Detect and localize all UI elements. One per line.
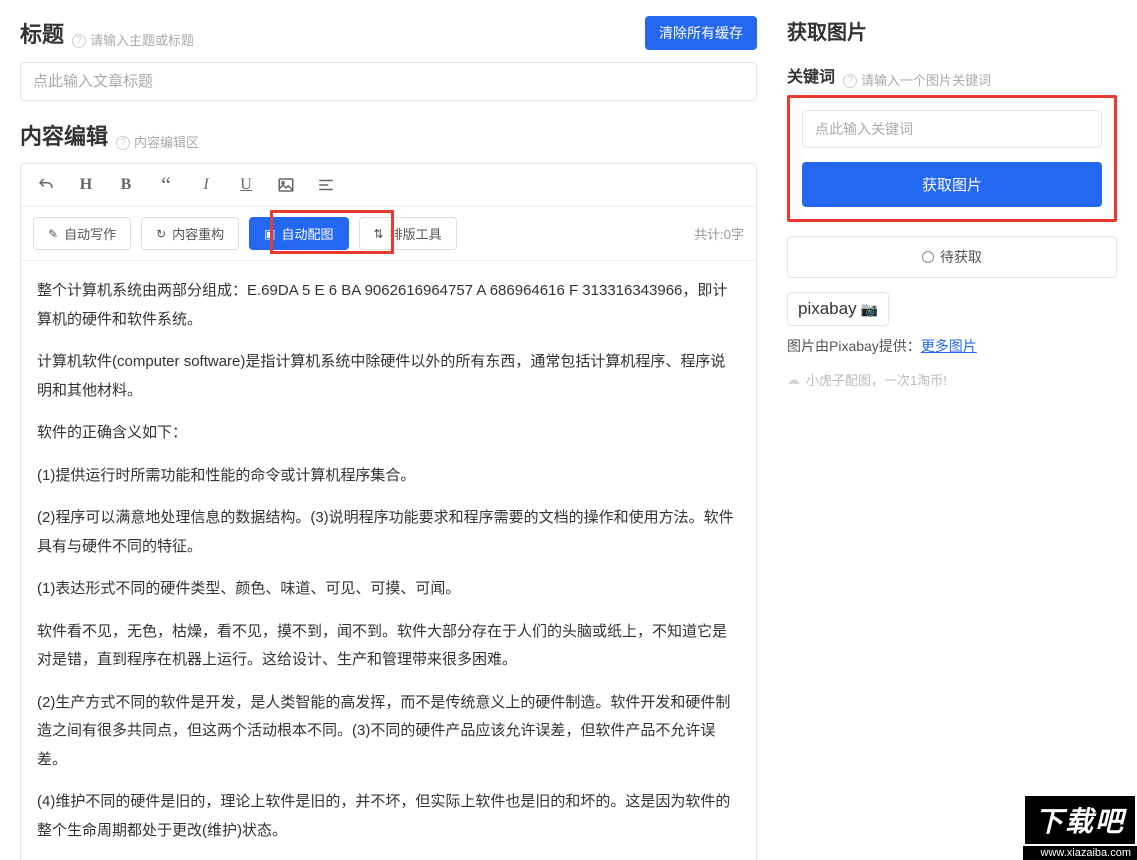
site-watermark: 下载吧 www.xiazaiba.com <box>1023 794 1137 860</box>
content-paragraph: 软件的正确含义如下： <box>37 419 740 448</box>
keyword-label: 关键词 <box>787 63 835 87</box>
main-column: 标题 ? 请输入主题或标题 清除所有缓存 内容编辑 ? 内容编辑区 H <box>20 16 757 860</box>
pencil-icon: ✎ <box>48 227 58 241</box>
content-edit-hint: ? 内容编辑区 <box>116 132 199 151</box>
heading-icon[interactable]: H <box>73 172 99 198</box>
content-paragraph: (4)维护不同的硬件是旧的，理论上软件是旧的，并不坏，但实际上软件也是旧的和坏的… <box>37 788 740 845</box>
content-edit-label: 内容编辑 <box>20 119 108 151</box>
title-section-header: 标题 ? 请输入主题或标题 清除所有缓存 <box>20 16 757 50</box>
content-editor[interactable]: 整个计算机系统由两部分组成：E.69DA 5 E 6 BA 9062616964… <box>21 261 756 860</box>
content-paragraph: (2)程序可以满意地处理信息的数据结构。(3)说明程序功能要求和程序需要的文档的… <box>37 504 740 561</box>
info-icon: ? <box>843 74 857 88</box>
restructure-button[interactable]: ↻内容重构 <box>141 217 239 250</box>
layout-icon: ⇅ <box>374 227 384 241</box>
pending-status: 待获取 <box>787 236 1117 278</box>
pixabay-badge: pixabay📷 <box>787 292 889 326</box>
action-toolbar: ✎自动写作 ↻内容重构 ▣自动配图 ⇅排版工具 共计:0字 <box>21 207 756 261</box>
content-paragraph: (1)表达形式不同的硬件类型、颜色、味道、可见、可摸、可闻。 <box>37 575 740 604</box>
camera-icon: 📷 <box>861 301 878 318</box>
info-icon: ? <box>116 136 130 150</box>
keyword-input[interactable] <box>802 110 1102 148</box>
auto-image-button[interactable]: ▣自动配图 <box>249 217 348 250</box>
bold-icon[interactable]: B <box>113 172 139 198</box>
quote-icon[interactable]: “ <box>153 172 179 198</box>
fetch-image-title: 获取图片 <box>787 22 867 44</box>
auto-write-button[interactable]: ✎自动写作 <box>33 217 131 250</box>
content-paragraph: (2)生产方式不同的软件是开发，是人类智能的高发挥，而不是传统意义上的硬件制造。… <box>37 689 740 775</box>
article-title-input[interactable] <box>20 62 757 101</box>
format-toolbar: H B “ I U <box>21 164 756 207</box>
more-images-link[interactable]: 更多图片 <box>921 338 977 354</box>
italic-icon[interactable]: I <box>193 172 219 198</box>
editor-container: H B “ I U ✎自动写作 ↻内容重构 ▣自动配图 ⇅排版工具 共计:0字 … <box>20 163 757 860</box>
clear-cache-button[interactable]: 清除所有缓存 <box>645 16 757 50</box>
keyword-highlight-box: 获取图片 <box>787 95 1117 222</box>
word-count: 共计:0字 <box>694 224 744 243</box>
image-match-icon: ▣ <box>264 227 275 241</box>
side-column: 获取图片 关键词 ? 请输入一个图片关键词 获取图片 待获取 pixabay📷 … <box>787 16 1117 860</box>
refresh-icon: ↻ <box>156 227 166 241</box>
align-icon[interactable] <box>313 172 339 198</box>
image-icon[interactable] <box>273 172 299 198</box>
content-paragraph: 整个计算机系统由两部分组成：E.69DA 5 E 6 BA 9062616964… <box>37 277 740 334</box>
info-icon: ? <box>72 34 86 48</box>
content-paragraph: 软件看不见，无色，枯燥，看不见，摸不到，闻不到。软件大部分存在于人们的头脑或纸上… <box>37 618 740 675</box>
keyword-hint: ? 请输入一个图片关键词 <box>843 70 991 89</box>
title-hint: ? 请输入主题或标题 <box>72 30 194 49</box>
content-paragraph: 计算机软件(computer software)是指计算机系统中除硬件以外的所有… <box>37 348 740 405</box>
footer-hint: ☁ 小虎子配图，一次1淘币! <box>787 370 1117 389</box>
circle-icon <box>922 251 934 263</box>
cloud-icon: ☁ <box>787 372 800 388</box>
image-credit: 图片由Pixabay提供：更多图片 <box>787 336 1117 356</box>
content-paragraph: (1)提供运行时所需功能和性能的命令或计算机程序集合。 <box>37 462 740 491</box>
underline-icon[interactable]: U <box>233 172 259 198</box>
fetch-image-button[interactable]: 获取图片 <box>802 162 1102 207</box>
title-label: 标题 <box>20 17 64 49</box>
layout-tool-button[interactable]: ⇅排版工具 <box>359 217 457 250</box>
undo-icon[interactable] <box>33 172 59 198</box>
